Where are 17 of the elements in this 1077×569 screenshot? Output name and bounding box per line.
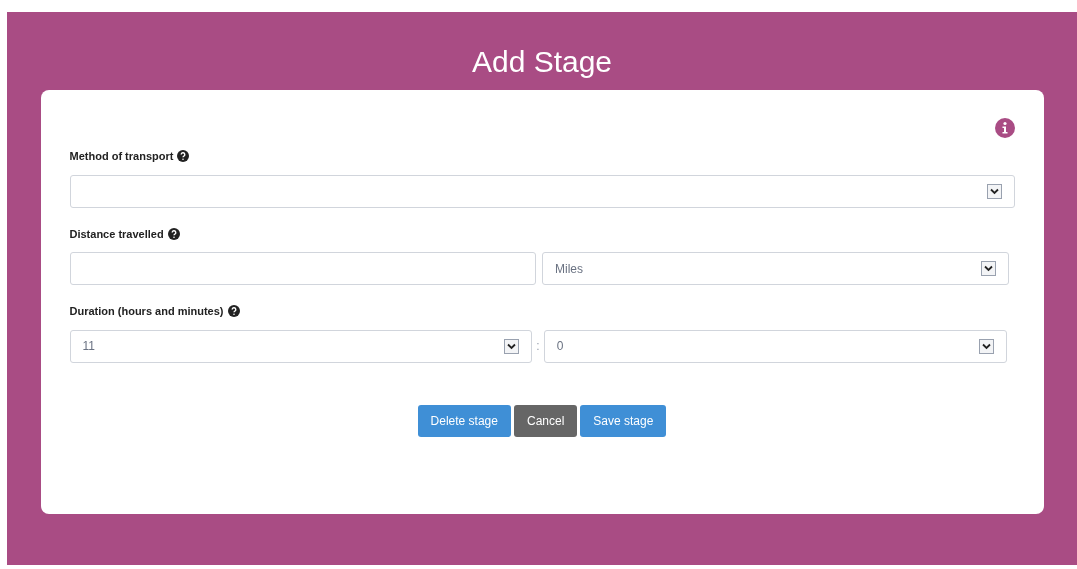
field-label: Duration (hours and minutes) (69, 304, 224, 319)
distance-input[interactable] (69, 252, 536, 285)
action-button[interactable]: Save stage (580, 404, 667, 437)
time-separator: : (536, 338, 540, 355)
select-field[interactable]: 11 (69, 329, 533, 363)
help-icon[interactable] (167, 227, 180, 240)
help-icon[interactable] (227, 305, 240, 318)
info-icon[interactable] (994, 118, 1015, 138)
select-field[interactable]: Miles (542, 252, 1009, 285)
help-icon[interactable] (177, 150, 190, 163)
modal-title: Add Stage (471, 44, 613, 80)
field-label: Method of transport (69, 149, 174, 164)
action-button[interactable]: Delete stage (417, 404, 511, 437)
field-label: Distance travelled (69, 226, 164, 242)
select-field[interactable]: 0 (543, 329, 1007, 363)
select-field[interactable] (69, 174, 1015, 208)
action-button[interactable]: Cancel (514, 404, 578, 437)
